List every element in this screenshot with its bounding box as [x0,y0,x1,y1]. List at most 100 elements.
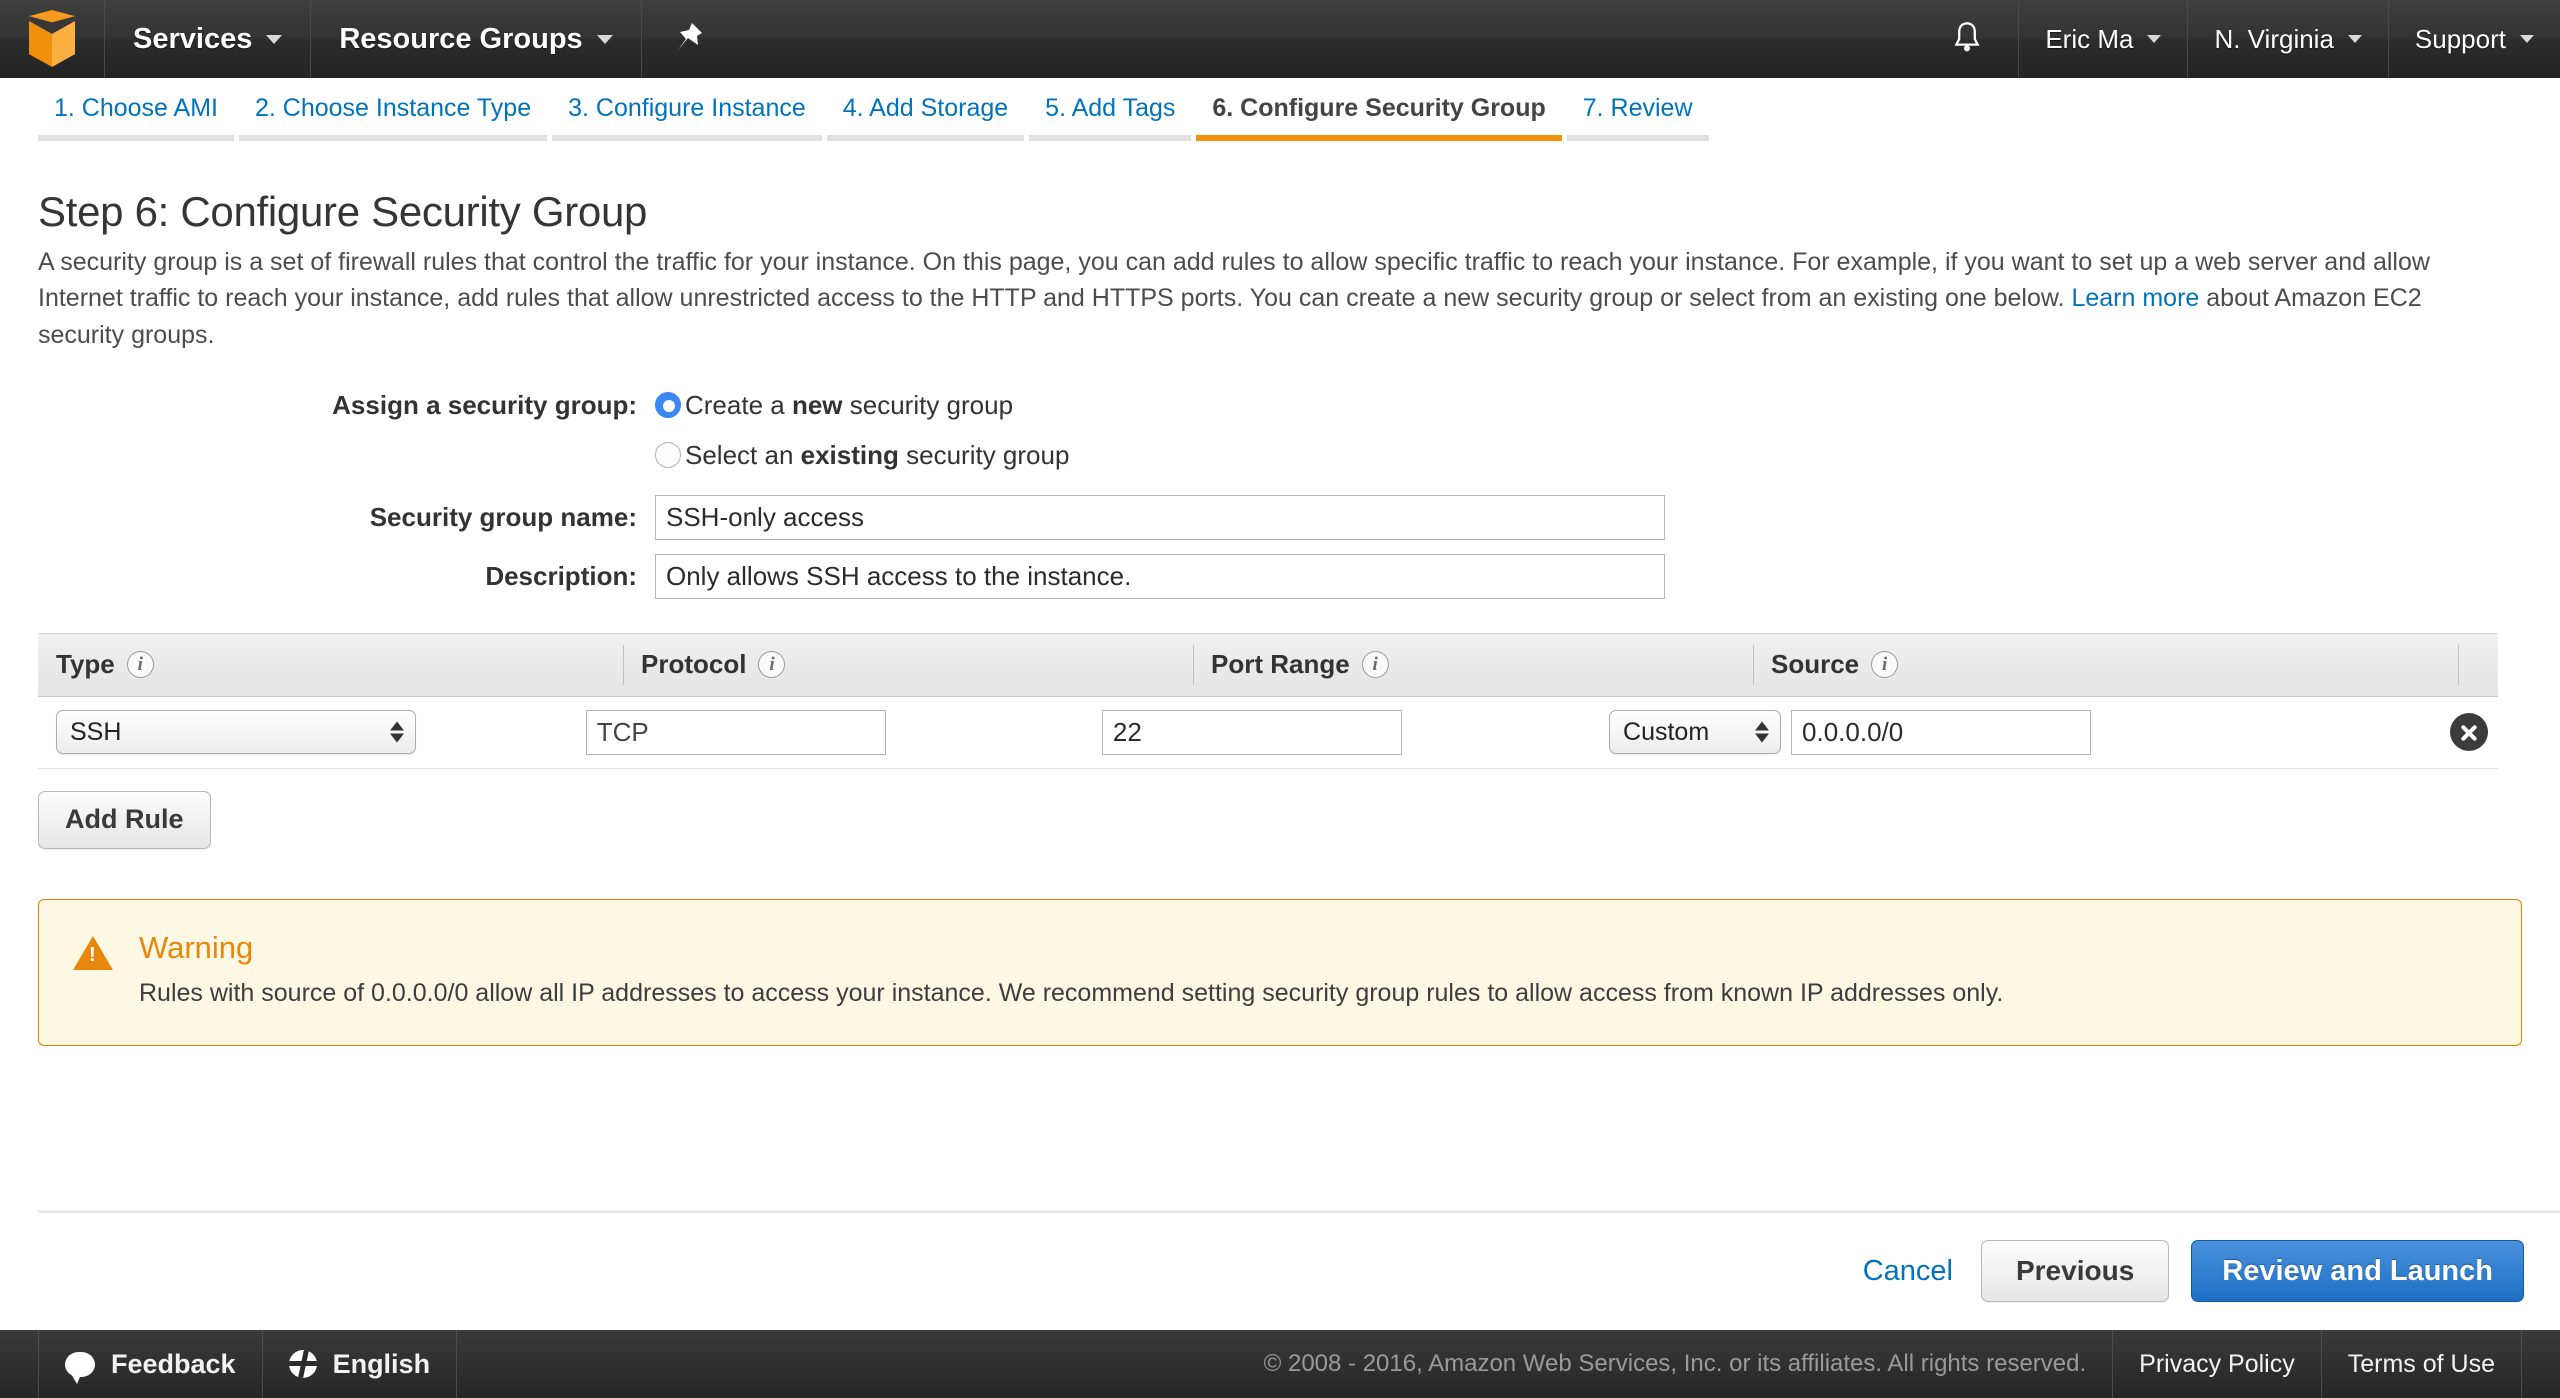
previous-button[interactable]: Previous [1980,1240,2170,1302]
assign-option-new[interactable]: Create a new security group [655,385,1013,425]
nav-support-label: Support [2414,23,2506,54]
notifications-button[interactable] [1915,0,2020,78]
rule-source-value: Custom [1623,717,1710,746]
warning-banner: Warning Rules with source of 0.0.0.0/0 a… [38,898,2522,1046]
pin-button[interactable] [642,0,734,78]
radio-create-new-prefix: Create a [685,389,792,420]
radio-select-existing-prefix: Select an [685,439,801,470]
security-group-description-input[interactable]: Only allows SSH access to the instance. [655,553,1665,599]
radio-create-new-security-group[interactable] [655,391,681,418]
rule-protocol-input[interactable]: TCP [585,709,886,755]
tab-step-6-label: 6. Configure Security Group [1212,94,1546,122]
column-header-protocol: Protocol i [623,633,1193,697]
learn-more-link[interactable]: Learn more [2071,284,2199,312]
nav-region-label: N. Virginia [2214,23,2334,54]
chevron-down-icon [266,34,283,44]
wizard-step-tabs: 1. Choose AMI 2. Choose Instance Type 3.… [0,78,2560,160]
security-group-name-label: Security group name: [369,501,637,532]
tab-step-6[interactable]: 6. Configure Security Group [1196,94,1562,141]
assign-existing-spacer [0,435,655,475]
security-group-rules-table: Type i Protocol i Port Range i Source i [0,632,2560,849]
nav-resource-groups-label: Resource Groups [339,22,583,55]
rule-type-select[interactable]: SSH [56,710,416,755]
info-icon[interactable]: i [1871,651,1899,679]
tab-step-5-label: 5. Add Tags [1045,94,1176,122]
pin-icon [677,23,702,50]
nav-services-label: Services [133,22,253,55]
security-group-description-label: Description: [485,560,637,591]
tab-step-4[interactable]: 4. Add Storage [826,94,1025,141]
tab-step-2-label: 2. Choose Instance Type [254,94,532,122]
tab-step-3-label: 3. Configure Instance [568,94,806,122]
security-group-form: Assign a security group: Create a new se… [0,385,2560,599]
nav-support-menu[interactable]: Support [2389,0,2560,78]
tab-step-1-label: 1. Choose AMI [54,94,218,122]
column-header-actions [2458,633,2498,697]
aws-logo[interactable] [0,0,105,78]
radio-create-new-emphasis: new [791,389,843,420]
tab-step-3[interactable]: 3. Configure Instance [552,94,822,141]
rule-source-select[interactable]: Custom [1609,710,1782,755]
info-icon[interactable]: i [126,651,154,679]
chevron-down-icon [2347,35,2362,43]
rule-type-value: SSH [70,717,122,746]
nav-left-group: Services Resource Groups [0,0,734,78]
copyright-text: © 2008 - 2016, Amazon Web Services, Inc.… [1263,1350,2087,1377]
warning-triangle-icon [73,935,113,970]
column-header-source: Source i [1753,633,2458,697]
radio-select-existing-emphasis: existing [800,439,899,470]
privacy-policy-link[interactable]: Privacy Policy [2112,1330,2321,1398]
assign-option-existing[interactable]: Select an existing security group [655,435,1069,475]
cancel-button[interactable]: Cancel [1863,1255,1959,1288]
wizard-action-buttons: Cancel Previous Review and Launch [1863,1240,2524,1302]
review-and-launch-button[interactable]: Review and Launch [2191,1240,2524,1302]
language-button[interactable]: English [263,1330,458,1398]
tab-step-5[interactable]: 5. Add Tags [1029,94,1192,141]
security-group-name-row: Security group name: SSH-only access [0,494,2560,540]
security-group-name-field-wrap: SSH-only access [655,494,1665,540]
radio-select-existing-suffix: security group [898,439,1070,470]
radio-create-new-label: Create a new security group [685,385,1013,425]
tab-step-7[interactable]: 7. Review [1566,94,1709,141]
radio-select-existing-security-group[interactable] [655,441,681,468]
speech-bubble-icon [65,1351,95,1384]
rule-source-cell: Custom 0.0.0.0/0 [1591,709,2229,755]
radio-select-existing-label: Select an existing security group [685,435,1069,475]
radio-create-new-suffix: security group [842,389,1014,420]
tab-step-1[interactable]: 1. Choose AMI [38,94,234,141]
tab-step-7-underline [1566,135,1709,141]
chevron-down-icon [2520,35,2534,43]
feedback-button[interactable]: Feedback [38,1330,263,1398]
rule-port-range-input[interactable]: 22 [1101,709,1402,755]
feedback-label: Feedback [111,1348,236,1379]
nav-services-menu[interactable]: Services [105,0,312,78]
rule-port-range-cell: 22 [1084,709,1591,755]
column-header-port-range-label: Port Range [1211,649,1350,680]
column-header-source-label: Source [1771,649,1860,680]
nav-resource-groups-menu[interactable]: Resource Groups [311,0,642,78]
page-footer: Feedback English © 2008 - 2016, Amazon W… [0,1330,2560,1398]
bell-icon [1954,22,1980,52]
security-group-name-input[interactable]: SSH-only access [655,494,1665,540]
security-group-description-field-wrap: Only allows SSH access to the instance. [655,553,1665,599]
assign-existing-row: Select an existing security group [0,435,2560,475]
add-rule-button[interactable]: Add Rule [38,790,211,849]
tab-step-2-underline [238,135,548,141]
rule-protocol-cell: TCP [568,709,1084,755]
tab-step-7-label: 7. Review [1582,94,1693,122]
info-icon[interactable]: i [758,651,786,679]
rule-source-cidr-input[interactable]: 0.0.0.0/0 [1791,709,2092,755]
column-header-protocol-label: Protocol [641,649,747,680]
tab-step-3-underline [552,135,822,141]
column-header-type-label: Type [56,649,115,680]
page-title: Step 6: Configure Security Group [38,188,648,235]
rule-type-cell: SSH [38,710,568,755]
tab-step-2[interactable]: 2. Choose Instance Type [238,94,548,141]
info-icon[interactable]: i [1361,651,1389,679]
terms-of-use-link[interactable]: Terms of Use [2320,1330,2522,1398]
tab-step-6-underline [1196,135,1562,141]
nav-account-menu[interactable]: Eric Ma [2019,0,2189,78]
warning-body: Rules with source of 0.0.0.0/0 allow all… [139,978,2004,1007]
delete-circle-icon[interactable] [2449,713,2488,752]
nav-region-menu[interactable]: N. Virginia [2188,0,2389,78]
